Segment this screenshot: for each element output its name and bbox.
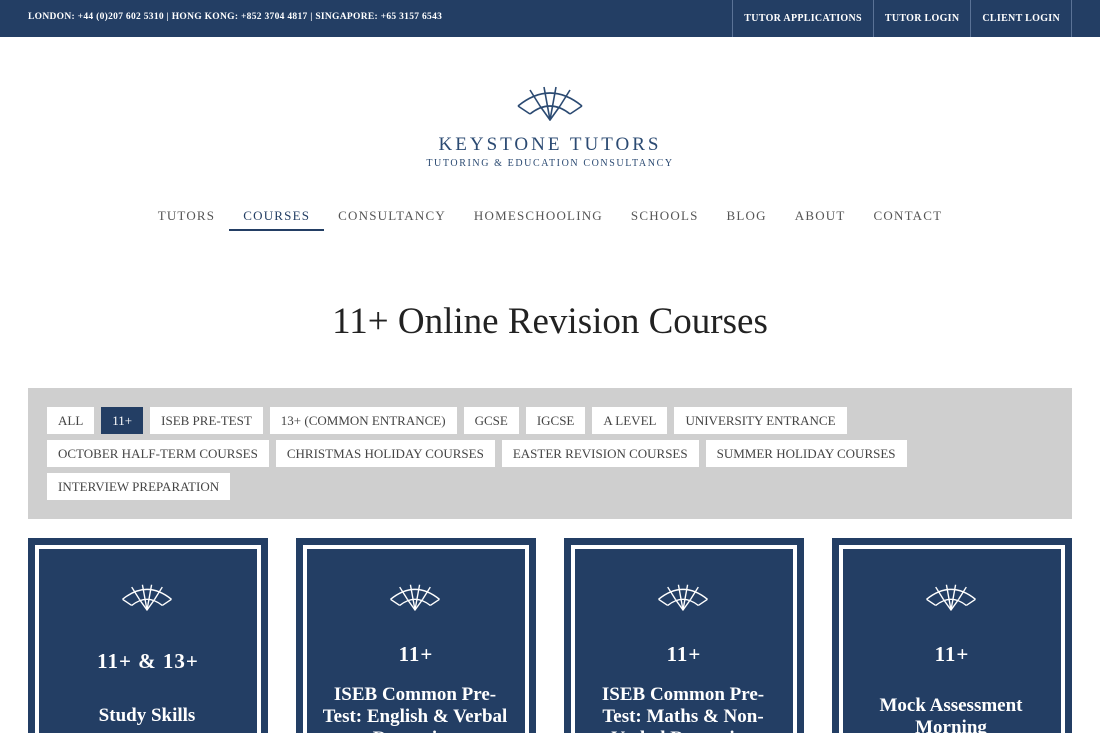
keystone-arch-icon <box>658 584 708 611</box>
nav-tutors[interactable]: TUTORS <box>144 208 230 231</box>
filter-university-entrance[interactable]: UNIVERSITY ENTRANCE <box>674 407 847 434</box>
keystone-arch-icon <box>926 584 976 611</box>
filter-row: ALL 11+ ISEB PRE-TEST 13+ (COMMON ENTRAN… <box>47 407 1072 434</box>
page-title: 11+ Online Revision Courses <box>332 301 768 342</box>
course-card-mock-assessment[interactable]: 11+ Mock Assessment Morning <box>832 538 1072 733</box>
filter-october-half-term[interactable]: OCTOBER HALF-TERM COURSES <box>47 440 269 467</box>
brand-tagline: TUTORING & EDUCATION CONSULTANCY <box>426 158 674 169</box>
course-filter-panel: ALL 11+ ISEB PRE-TEST 13+ (COMMON ENTRAN… <box>28 388 1072 519</box>
filter-iseb-pre-test[interactable]: ISEB PRE-TEST <box>150 407 263 434</box>
card-level: 11+ <box>934 642 970 666</box>
course-card-study-skills[interactable]: 11+ & 13+ Study Skills <box>28 538 268 733</box>
card-inner: 11+ ISEB Common Pre-Test: English & Verb… <box>307 549 525 733</box>
filter-row: INTERVIEW PREPARATION <box>47 473 1072 500</box>
course-card-iseb-english-verbal[interactable]: 11+ ISEB Common Pre-Test: English & Verb… <box>296 538 536 733</box>
card-title: Mock Assessment Morning <box>879 695 1023 733</box>
filter-13-plus-common-entrance[interactable]: 13+ (COMMON ENTRANCE) <box>269 407 457 434</box>
filter-interview-preparation[interactable]: INTERVIEW PREPARATION <box>47 473 231 500</box>
nav-consultancy[interactable]: CONSULTANCY <box>324 208 460 231</box>
card-title: ISEB Common Pre-Test: Maths & Non-Verbal… <box>601 684 765 733</box>
brand-name[interactable]: KEYSTONE TUTORS <box>0 134 1100 156</box>
nav-contact[interactable]: CONTACT <box>860 208 957 231</box>
filter-all[interactable]: ALL <box>47 407 95 434</box>
nav-schools[interactable]: SCHOOLS <box>617 208 713 231</box>
card-title: Study Skills <box>98 705 196 726</box>
nav-courses[interactable]: COURSES <box>229 208 325 231</box>
filter-a-level[interactable]: A LEVEL <box>592 407 668 434</box>
keystone-arch-icon[interactable] <box>516 84 584 122</box>
nav-blog[interactable]: BLOG <box>713 208 781 231</box>
filter-11-plus[interactable]: 11+ <box>101 407 144 434</box>
card-level: 11+ <box>398 642 434 666</box>
keystone-arch-icon <box>390 584 440 611</box>
card-inner: 11+ ISEB Common Pre-Test: Maths & Non-Ve… <box>575 549 793 733</box>
card-title: ISEB Common Pre-Test: English & Verbal R… <box>322 684 508 733</box>
card-level: 11+ <box>666 642 702 666</box>
keystone-arch-icon <box>122 584 172 611</box>
top-utility-bar: LONDON: +44 (0)207 602 5310 | HONG KONG:… <box>0 0 1100 37</box>
top-links: TUTOR APPLICATIONS TUTOR LOGIN CLIENT LO… <box>732 0 1072 37</box>
nav-homeschooling[interactable]: HOMESCHOOLING <box>460 208 617 231</box>
course-card-iseb-maths-nonverbal[interactable]: 11+ ISEB Common Pre-Test: Maths & Non-Ve… <box>564 538 804 733</box>
card-level: 11+ & 13+ <box>97 649 199 673</box>
tutor-applications-link[interactable]: TUTOR APPLICATIONS <box>733 0 874 37</box>
filter-row: OCTOBER HALF-TERM COURSES CHRISTMAS HOLI… <box>47 440 1072 467</box>
card-inner: 11+ & 13+ Study Skills <box>39 549 257 733</box>
client-login-link[interactable]: CLIENT LOGIN <box>971 0 1072 37</box>
card-inner: 11+ Mock Assessment Morning <box>843 549 1061 733</box>
filter-igcse[interactable]: IGCSE <box>525 407 586 434</box>
filter-summer-holiday[interactable]: SUMMER HOLIDAY COURSES <box>705 440 907 467</box>
office-phone-numbers: LONDON: +44 (0)207 602 5310 | HONG KONG:… <box>28 12 443 22</box>
course-card-grid: 11+ & 13+ Study Skills 11+ ISEB Common P… <box>28 538 1072 733</box>
tutor-login-link[interactable]: TUTOR LOGIN <box>874 0 972 37</box>
filter-gcse[interactable]: GCSE <box>463 407 519 434</box>
nav-about[interactable]: ABOUT <box>781 208 860 231</box>
main-navigation: TUTORS COURSES CONSULTANCY HOMESCHOOLING… <box>0 208 1100 231</box>
filter-easter-revision[interactable]: EASTER REVISION COURSES <box>501 440 699 467</box>
filter-christmas-holiday[interactable]: CHRISTMAS HOLIDAY COURSES <box>275 440 495 467</box>
